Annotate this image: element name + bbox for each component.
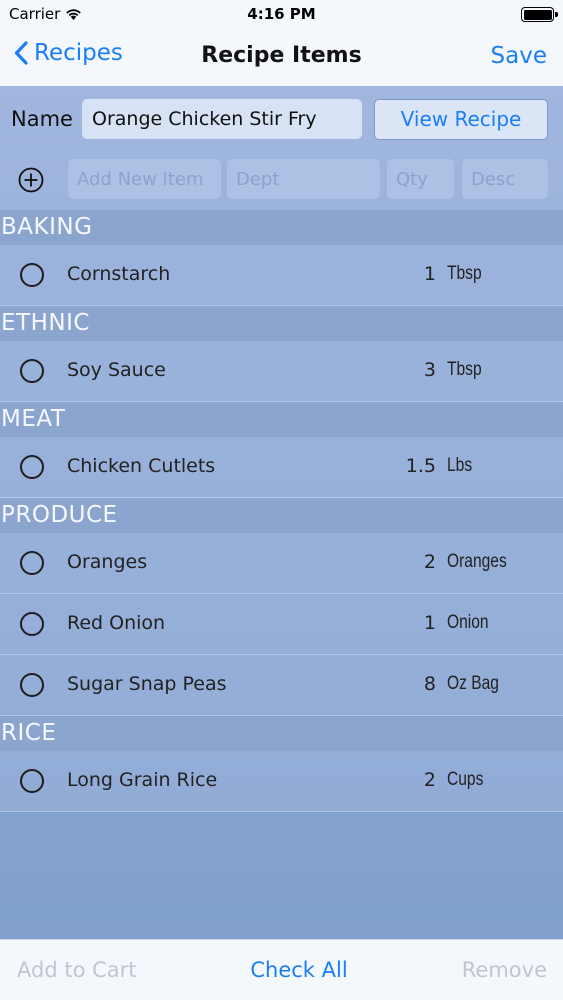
checkbox-circle-icon[interactable]: [20, 612, 44, 636]
list-item[interactable]: Oranges 2 Oranges: [0, 533, 563, 594]
bottom-toolbar: Add to Cart Check All Remove: [0, 939, 563, 1000]
name-label: Name: [11, 107, 73, 131]
item-name: Sugar Snap Peas: [67, 673, 227, 695]
item-unit: Oranges: [447, 551, 507, 572]
item-unit: Oz Bag: [447, 673, 499, 694]
item-qty: 3: [423, 359, 436, 381]
item-unit: Cups: [447, 769, 484, 790]
item-name: Cornstarch: [67, 263, 171, 285]
view-recipe-button[interactable]: View Recipe: [374, 99, 548, 140]
checkbox-circle-icon[interactable]: [20, 551, 44, 575]
section-header-meat: MEAT: [0, 402, 563, 437]
item-qty: 1.5: [405, 455, 436, 477]
item-unit: Onion: [447, 612, 489, 633]
items-list: BAKING Cornstarch 1 Tbsp ETHNIC Soy Sauc…: [0, 210, 563, 812]
item-qty: 1: [423, 612, 436, 634]
battery-icon: [521, 7, 558, 22]
checkbox-circle-icon[interactable]: [20, 769, 44, 793]
save-button[interactable]: Save: [491, 43, 547, 69]
list-item[interactable]: Sugar Snap Peas 8 Oz Bag: [0, 655, 563, 716]
list-item[interactable]: Chicken Cutlets 1.5 Lbs: [0, 437, 563, 498]
checkbox-circle-icon[interactable]: [20, 455, 44, 479]
qty-input[interactable]: [387, 159, 454, 199]
recipe-form: Name View Recipe: [0, 86, 563, 210]
checkbox-circle-icon[interactable]: [20, 673, 44, 697]
list-item[interactable]: Soy Sauce 3 Tbsp: [0, 341, 563, 402]
list-item[interactable]: Red Onion 1 Onion: [0, 594, 563, 655]
list-item[interactable]: Long Grain Rice 2 Cups: [0, 751, 563, 812]
item-qty: 2: [423, 769, 436, 791]
page-title: Recipe Items: [201, 43, 362, 68]
checkbox-circle-icon[interactable]: [20, 359, 44, 383]
desc-input[interactable]: [462, 159, 548, 199]
list-item[interactable]: Cornstarch 1 Tbsp: [0, 245, 563, 306]
recipe-name-input[interactable]: [82, 99, 362, 139]
clock: 4:16 PM: [247, 5, 316, 23]
dept-input[interactable]: [227, 159, 380, 199]
item-name: Chicken Cutlets: [67, 455, 216, 477]
item-qty: 2: [423, 551, 436, 573]
item-qty: 8: [423, 673, 436, 695]
section-header-rice: RICE: [0, 716, 563, 751]
item-unit: Tbsp: [447, 263, 482, 284]
remove-button[interactable]: Remove: [462, 958, 547, 982]
nav-bar: Recipes Recipe Items Save: [0, 30, 563, 86]
add-circle-icon[interactable]: [17, 166, 45, 194]
item-unit: Lbs: [447, 455, 473, 476]
item-name: Soy Sauce: [67, 359, 166, 381]
section-header-baking: BAKING: [0, 210, 563, 245]
new-item-input[interactable]: [68, 159, 221, 199]
item-name: Red Onion: [67, 612, 166, 634]
section-header-ethnic: ETHNIC: [0, 306, 563, 341]
checkbox-circle-icon[interactable]: [20, 263, 44, 287]
item-name: Oranges: [67, 551, 148, 573]
section-header-produce: PRODUCE: [0, 498, 563, 533]
item-name: Long Grain Rice: [67, 769, 218, 791]
item-unit: Tbsp: [447, 359, 482, 380]
item-qty: 1: [423, 263, 436, 285]
status-bar: Carrier 4:16 PM: [0, 0, 563, 30]
